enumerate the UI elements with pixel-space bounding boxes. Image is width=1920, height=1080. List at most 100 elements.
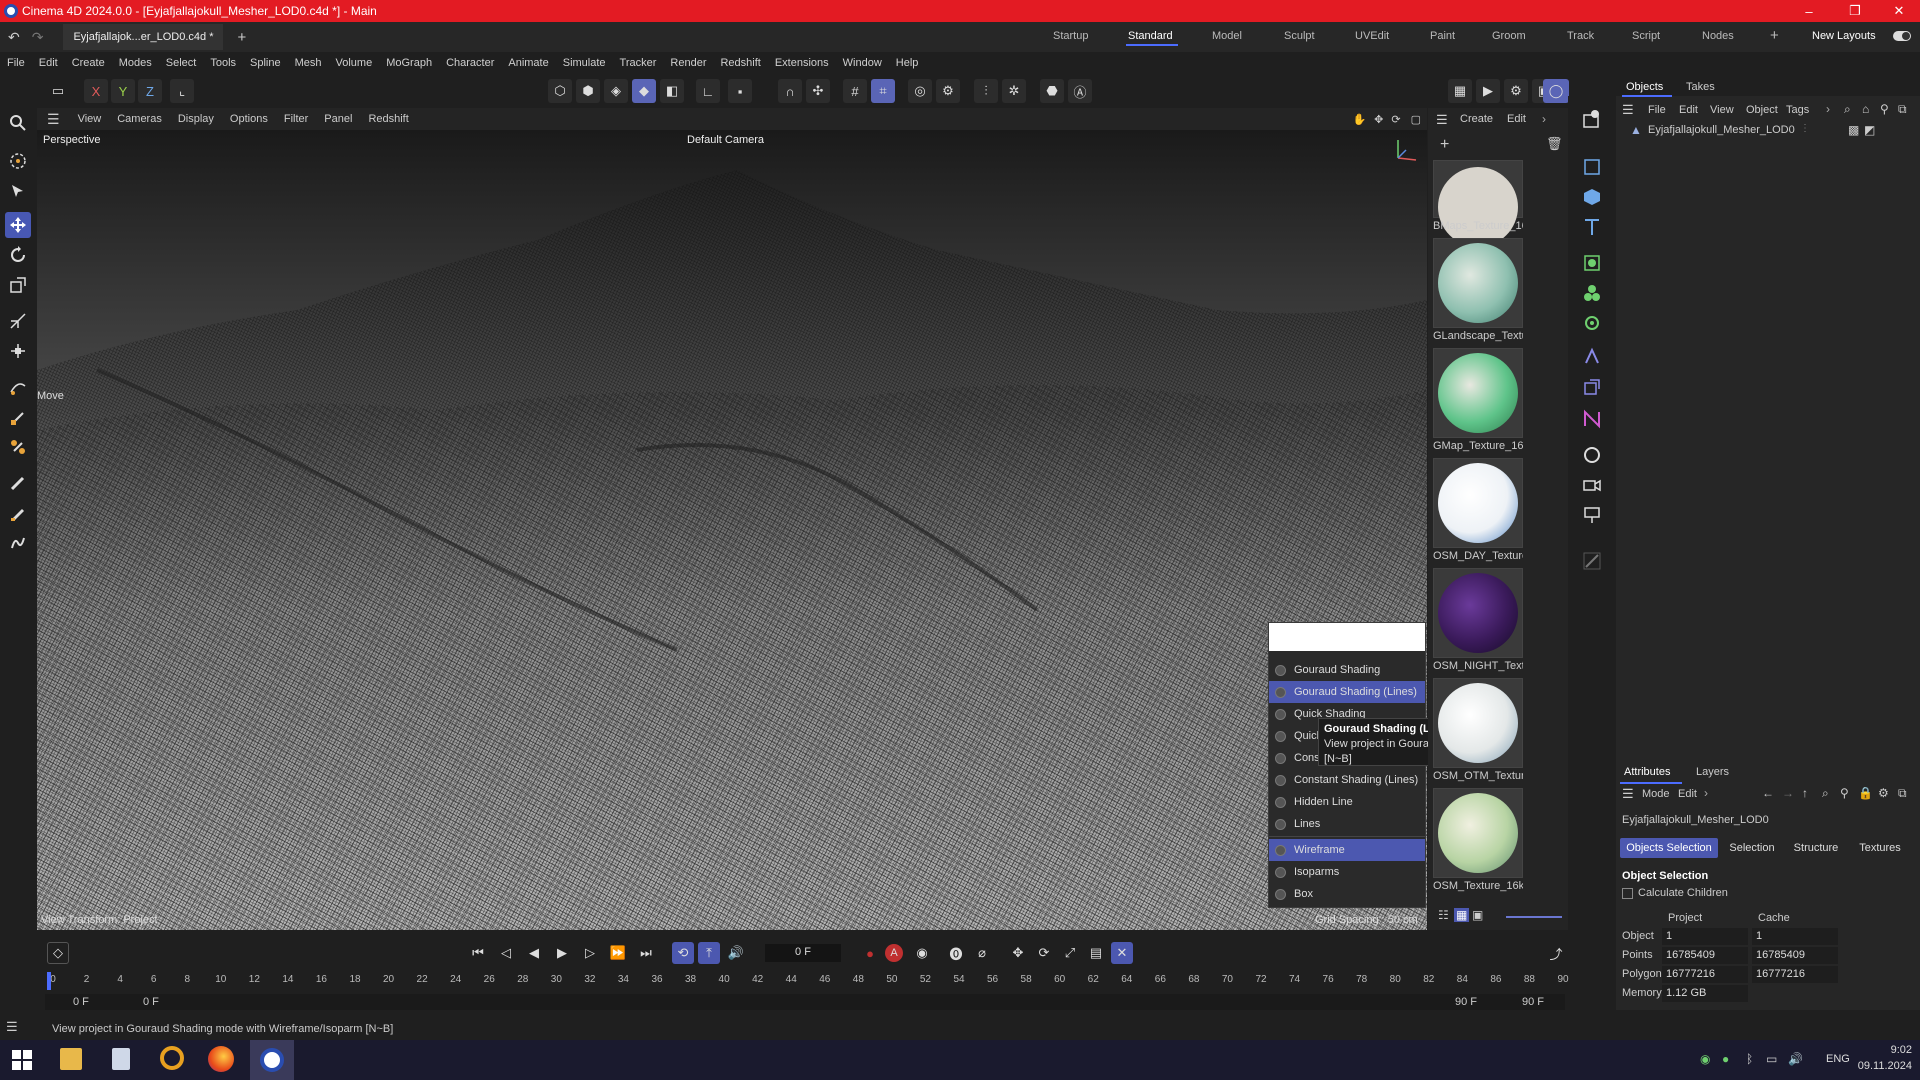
material-item[interactable]: OSM_OTM_Texture_16k (1433, 678, 1523, 782)
layout-sculpt[interactable]: Sculpt (1284, 30, 1315, 42)
spline-pen-icon[interactable] (5, 374, 31, 400)
tab-objects[interactable]: Objects (1626, 81, 1663, 93)
3d-viewport[interactable]: Perspective Default Camera Move View Tra… (37, 130, 1427, 930)
camera-object-icon[interactable] (1579, 106, 1605, 132)
snap-grid-icon[interactable]: # (843, 79, 867, 103)
vp-menu-cameras[interactable]: Cameras (109, 113, 170, 125)
autokey-icon[interactable]: A (885, 944, 903, 962)
frame-ruler[interactable]: 0 2 4 6 8 10 12 14 16 18 20 22 24 26 28 30 32 34 36 38 40 42 4… (49, 974, 1569, 988)
material-item[interactable]: OSM_DAY_Texture_16k (1433, 458, 1523, 562)
volume-icon[interactable]: 🔊 (1788, 1052, 1803, 1066)
objects-selection-button[interactable]: Objects Selection (1620, 838, 1718, 858)
chevron-right-icon[interactable]: › (1542, 112, 1546, 126)
language-indicator[interactable]: ENG (1826, 1053, 1850, 1065)
move-tool-icon[interactable] (5, 212, 31, 238)
menu-spline[interactable]: Spline (243, 57, 288, 69)
wire-wireframe[interactable]: Wireframe (1269, 839, 1425, 861)
redshift-tools-icon[interactable] (1579, 548, 1605, 574)
range-bar[interactable] (45, 994, 1565, 1010)
motion-record-icon[interactable]: ⓿ (945, 942, 967, 964)
delete-material-icon[interactable]: 🗑 (1546, 136, 1563, 152)
menu-redshift[interactable]: Redshift (713, 57, 767, 69)
material-menu-edit[interactable]: Edit (1507, 113, 1526, 125)
render-active-view-icon[interactable]: ▦ (1448, 79, 1472, 103)
layout-uvedit[interactable]: UVEdit (1355, 30, 1389, 42)
param-key-icon[interactable]: ▤ (1085, 942, 1107, 964)
shading-lines[interactable]: Lines (1269, 813, 1425, 835)
calculate-children-checkbox[interactable] (1622, 888, 1633, 899)
filter-icon[interactable]: ⚲ (1880, 102, 1889, 116)
close-icon[interactable]: ✕ (1876, 0, 1920, 22)
preview-start-field[interactable]: 0 F (143, 996, 159, 1008)
placement-tool-icon[interactable] (5, 338, 31, 364)
shading-gouraud-lines[interactable]: Gouraud Shading (Lines) (1269, 681, 1425, 703)
rotation-key-icon[interactable]: ⟳ (1033, 942, 1055, 964)
symmetry-icon[interactable]: ⫶ (974, 79, 998, 103)
material-item[interactable]: GMap_Texture_16k (1433, 348, 1523, 452)
snap-enable-icon[interactable]: ⌗ (871, 79, 895, 103)
menu-tracker[interactable]: Tracker (613, 57, 664, 69)
key-interpolation-icon[interactable]: ⌀ (971, 942, 993, 964)
rotate-tool-icon[interactable] (5, 242, 31, 268)
render-settings-icon[interactable]: ⚙ (936, 79, 960, 103)
preview-end-field[interactable]: 90 F (1455, 996, 1477, 1008)
scale-tool-icon[interactable] (5, 272, 31, 298)
go-to-start-icon[interactable]: ⏮ (467, 942, 489, 964)
material-tag-icon[interactable]: ◩ (1864, 123, 1875, 137)
menu-create[interactable]: Create (65, 57, 112, 69)
prev-frame-icon[interactable]: ◀ (523, 942, 545, 964)
pan-view-icon[interactable]: ✋ (1348, 113, 1370, 126)
tab-takes[interactable]: Takes (1686, 81, 1715, 93)
restore-icon[interactable]: ❐ (1832, 0, 1878, 22)
material-item[interactable]: BMaps_Texture_16k (1433, 160, 1523, 247)
model-mode-icon[interactable]: ◆ (632, 79, 656, 103)
objects-menu-object[interactable]: Object (1746, 104, 1778, 116)
points-mode-icon[interactable]: ⬡ (548, 79, 572, 103)
render-view-icon[interactable]: ◎ (908, 79, 932, 103)
spline-object-icon[interactable] (1579, 406, 1605, 432)
sound-icon[interactable]: 🔊 (725, 942, 747, 964)
position-key-icon[interactable]: ✥ (1007, 942, 1029, 964)
bluetooth-icon[interactable]: ᛒ (1746, 1052, 1753, 1066)
large-view-icon[interactable]: ▣ (1472, 908, 1483, 922)
windows-start-icon[interactable] (12, 1050, 32, 1070)
undo-icon[interactable]: ↶ (8, 29, 20, 46)
environment-icon[interactable] (1579, 442, 1605, 468)
file-explorer-icon[interactable] (60, 1048, 82, 1070)
layout-script[interactable]: Script (1632, 30, 1660, 42)
vp-menu-filter[interactable]: Filter (276, 113, 316, 125)
next-key-icon[interactable]: ⏩ (607, 942, 629, 964)
search-app-icon[interactable] (160, 1046, 184, 1070)
objects-menu-edit[interactable]: Edit (1679, 104, 1698, 116)
notepad-icon[interactable] (112, 1048, 130, 1070)
basket-icon[interactable]: ▭ (46, 79, 70, 103)
up-arrow-icon[interactable]: ↑ (1802, 786, 1808, 800)
vp-menu-redshift[interactable]: Redshift (360, 113, 416, 125)
current-frame-field[interactable]: 0 F (765, 944, 841, 962)
scale-key-icon[interactable]: ⤢ (1059, 942, 1081, 964)
material-item[interactable]: GLandscape_Texture_16k (1433, 238, 1523, 342)
material-item[interactable]: OSM_Texture_16k (1433, 788, 1523, 892)
playback-rate-icon[interactable]: ⤒ (698, 942, 720, 964)
texture-mode-icon[interactable]: ◧ (660, 79, 684, 103)
menu-window[interactable]: Window (836, 57, 889, 69)
camera-name[interactable]: Default Camera (687, 134, 764, 146)
knife-icon[interactable] (5, 500, 31, 526)
clock-time[interactable]: 9:02 (1872, 1044, 1912, 1056)
dropdown-search-field[interactable] (1269, 623, 1425, 651)
workplane-lock-icon[interactable]: ▪ (728, 79, 752, 103)
minimize-icon[interactable]: – (1786, 0, 1832, 22)
cinema4d-taskbar-item[interactable] (250, 1040, 294, 1080)
vp-menu-view[interactable]: View (70, 113, 110, 125)
timeline-icon[interactable]: ⤴ (1545, 942, 1567, 964)
menu-mesh[interactable]: Mesh (288, 57, 329, 69)
menu-file[interactable]: File (0, 57, 32, 69)
tray-icon[interactable]: ● (1722, 1052, 1729, 1066)
thumbnail-size-slider[interactable] (1506, 916, 1562, 918)
menu-simulate[interactable]: Simulate (556, 57, 613, 69)
textures-button[interactable]: Textures (1850, 838, 1910, 858)
cube-object-icon[interactable] (1579, 184, 1605, 210)
phong-tag-icon[interactable]: ▩ (1848, 123, 1859, 137)
record-icon[interactable]: ● (859, 942, 881, 964)
layout-startup[interactable]: Startup (1053, 30, 1088, 42)
